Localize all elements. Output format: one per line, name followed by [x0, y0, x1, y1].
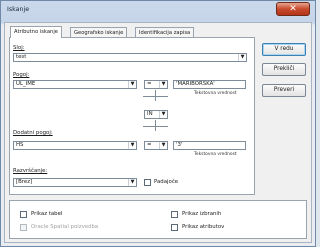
- pogoj-label: Pogoj:: [13, 72, 30, 78]
- chevron-down-icon[interactable]: ▼: [128, 81, 136, 88]
- pogoj-hint: Tekstovna vrednost: [194, 91, 237, 96]
- razvrscanje-label: Razvrščanje:: [13, 168, 48, 174]
- pogoj-value-input[interactable]: 'MARIBORSKA': [173, 80, 246, 89]
- options-group: [9, 200, 307, 239]
- tab-geografsko-iskanje[interactable]: Geografsko iskanje: [70, 27, 128, 37]
- razvrscanje-value: [Brez]: [16, 179, 33, 185]
- prikaz-atributov-label: Prikaz atributov: [182, 224, 225, 230]
- oracle-spatial-label: Oracle Spatial poizvedba: [31, 224, 99, 230]
- dodatni-pogoj-field-value: HS: [16, 142, 24, 148]
- sloj-value: test: [16, 54, 27, 60]
- sloj-label: Sloj:: [13, 45, 25, 51]
- dodatni-pogoj-field-select[interactable]: HS ▼: [13, 141, 137, 150]
- tab-label: Geografsko iskanje: [74, 30, 124, 36]
- padajoce-label: Padajoče: [154, 179, 179, 185]
- chevron-down-icon[interactable]: ▼: [159, 142, 167, 149]
- logic-operator-select[interactable]: IN ▼: [144, 110, 168, 119]
- pogoj-field-value: UL_IME: [16, 81, 36, 87]
- dodatni-pogoj-label: Dodatni pogoj:: [13, 130, 53, 136]
- chevron-down-icon[interactable]: ▼: [159, 111, 167, 118]
- tab-atributno-iskanje[interactable]: Atributno iskanje: [10, 26, 62, 38]
- chevron-down-icon[interactable]: ▼: [128, 142, 136, 149]
- razvrscanje-select[interactable]: [Brez] ▼: [13, 178, 137, 187]
- cancel-button[interactable]: Prekliči: [262, 63, 306, 76]
- logic-operator-value: IN: [147, 111, 153, 117]
- ok-button[interactable]: V redu: [262, 43, 306, 56]
- dodatni-pogoj-operator-select[interactable]: = ▼: [144, 141, 168, 150]
- close-button[interactable]: ✕: [276, 2, 310, 16]
- oracle-spatial-checkbox: [20, 224, 27, 231]
- pogoj-operator-value: =: [147, 81, 152, 87]
- tab-label: Atributno iskanje: [14, 29, 58, 35]
- prikaz-tabel-label: Prikaz tabel: [31, 211, 63, 217]
- pogoj-operator-select[interactable]: = ▼: [144, 80, 168, 89]
- dodatni-pogoj-value-text: '3': [176, 142, 183, 148]
- prikaz-atributov-checkbox[interactable]: [171, 224, 178, 231]
- dodatni-pogoj-value-input[interactable]: '3': [173, 141, 246, 150]
- connector-line: [155, 96, 156, 101]
- close-icon: ✕: [289, 4, 297, 14]
- chevron-down-icon[interactable]: ▼: [128, 179, 136, 186]
- preveri-button[interactable]: Preveri: [262, 84, 306, 97]
- sloj-select[interactable]: test ▼: [13, 53, 247, 62]
- prikaz-izbranih-checkbox[interactable]: [171, 211, 178, 218]
- prikaz-izbranih-label: Prikaz izbranih: [182, 211, 222, 217]
- connector-line: [155, 126, 156, 131]
- padajoce-checkbox[interactable]: [144, 179, 151, 186]
- prikaz-tabel-checkbox[interactable]: [20, 211, 27, 218]
- dodatni-pogoj-operator-value: =: [147, 142, 152, 148]
- dodatni-pogoj-hint: Tekstovna vrednost: [194, 152, 237, 157]
- tab-identifikacija-zapisa[interactable]: Identifikacija zapisa: [135, 27, 195, 37]
- chevron-down-icon[interactable]: ▼: [238, 54, 246, 61]
- pogoj-field-select[interactable]: UL_IME ▼: [13, 80, 137, 89]
- title-bar[interactable]: Iskanje: [0, 0, 316, 20]
- pogoj-value-text: 'MARIBORSKA': [176, 81, 215, 87]
- tab-label: Identifikacija zapisa: [139, 30, 191, 36]
- chevron-down-icon[interactable]: ▼: [159, 81, 167, 88]
- window-title: Iskanje: [7, 6, 30, 13]
